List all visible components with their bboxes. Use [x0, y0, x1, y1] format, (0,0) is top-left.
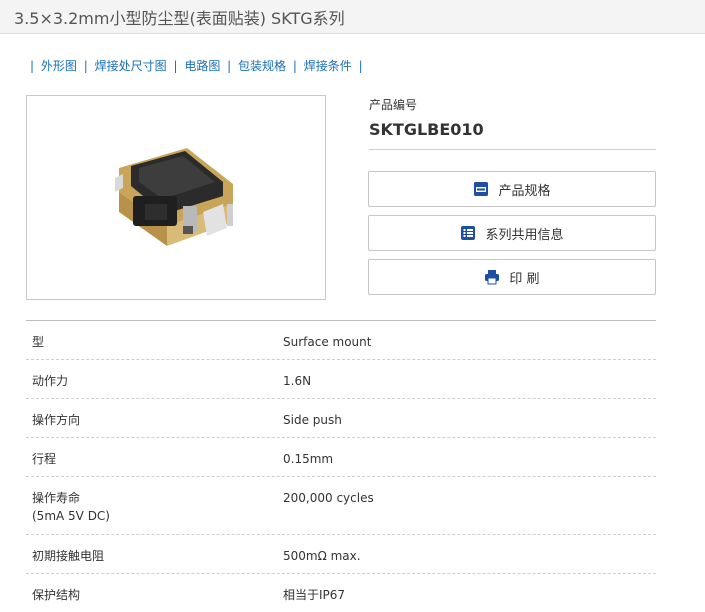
- spec-row: 操作方向 Side push: [26, 399, 656, 438]
- spec-row: 初期接触电阻 500mΩ max.: [26, 535, 656, 574]
- spec-value: 200,000 cycles: [283, 491, 374, 505]
- spec-value: 1.6N: [283, 374, 312, 388]
- page-title: 3.5×3.2mm小型防尘型(表面贴装) SKTG系列: [14, 9, 345, 28]
- pdf-icon: [474, 182, 489, 196]
- spec-key: 操作方向: [32, 413, 81, 427]
- product-spec-label: 产品规格: [498, 183, 551, 199]
- link-outline-drawing[interactable]: 外形图: [41, 59, 77, 73]
- spec-value: 500mΩ max.: [283, 549, 361, 563]
- spec-key: 动作力: [32, 374, 69, 388]
- spec-row: 操作寿命 (5mA 5V DC) 200,000 cycles: [26, 477, 656, 535]
- product-number-label: 产品编号: [369, 98, 418, 112]
- product-image-frame: [26, 95, 326, 300]
- spec-key: 保护结构: [32, 588, 81, 602]
- list-icon: [461, 226, 476, 240]
- print-button[interactable]: 印 刷: [368, 259, 656, 295]
- spec-value: 0.15mm: [283, 452, 334, 466]
- series-info-button[interactable]: 系列共用信息: [368, 215, 656, 251]
- divider: [369, 149, 656, 150]
- product-image: [115, 148, 233, 246]
- spec-row: 行程 0.15mm: [26, 438, 656, 477]
- spec-value: Surface mount: [283, 335, 372, 349]
- section-links: | 外形图 | 焊接处尺寸图 | 电路图 | 包装规格 | 焊接条件 |: [30, 59, 363, 73]
- spec-key: 操作寿命 (5mA 5V DC): [32, 491, 110, 523]
- link-soldering-conditions[interactable]: 焊接条件: [304, 59, 352, 73]
- print-label: 印 刷: [509, 271, 540, 287]
- header-bar: 3.5×3.2mm小型防尘型(表面贴装) SKTG系列: [0, 0, 705, 34]
- spec-value: 相当于IP67: [283, 588, 346, 602]
- spec-row: 保护结构 相当于IP67: [26, 574, 656, 612]
- spec-key: 型: [32, 335, 45, 349]
- link-circuit-diagram[interactable]: 电路图: [184, 59, 220, 73]
- printer-icon: [485, 270, 500, 285]
- spec-key: 初期接触电阻: [32, 549, 105, 563]
- spec-key: 行程: [32, 452, 57, 466]
- spec-value: Side push: [283, 413, 342, 427]
- product-number: SKTGLBE010: [369, 120, 484, 139]
- link-packaging-spec[interactable]: 包装规格: [238, 59, 286, 73]
- product-spec-button[interactable]: 产品规格: [368, 171, 656, 207]
- series-info-label: 系列共用信息: [485, 227, 564, 243]
- spec-row: 型 Surface mount: [26, 321, 656, 360]
- spec-row: 动作力 1.6N: [26, 360, 656, 399]
- link-solder-pad-drawing[interactable]: 焊接处尺寸图: [95, 59, 167, 73]
